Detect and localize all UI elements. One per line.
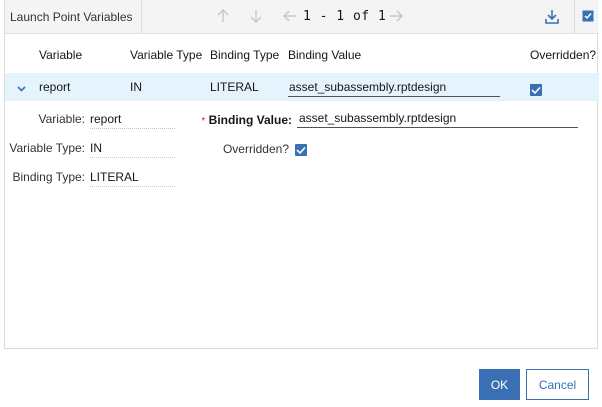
overridden-label: Overridden? (222, 142, 289, 156)
chevron-down-icon[interactable] (17, 81, 26, 95)
column-header-variable[interactable]: Variable (39, 48, 82, 62)
binding-value-label-group: * Binding Value: (200, 113, 292, 127)
column-header-overridden[interactable]: Overridden? (530, 48, 596, 62)
row-variable-type: IN (130, 80, 142, 94)
arrow-left-icon[interactable] (282, 8, 298, 24)
arrow-up-icon[interactable] (215, 8, 231, 24)
row-overridden-checkbox[interactable] (530, 84, 542, 96)
binding-type-label: Binding Type: (12, 170, 86, 184)
column-header-binding-value[interactable]: Binding Value (288, 48, 361, 62)
cancel-button[interactable]: Cancel (526, 369, 589, 400)
toolbar-divider-right (574, 0, 575, 34)
arrow-down-icon[interactable] (248, 8, 264, 24)
pager-text: 1 - 1 of 1 (303, 9, 387, 24)
binding-value-label: Binding Value: (208, 113, 292, 127)
ok-button[interactable]: OK (479, 369, 520, 400)
launch-point-variables-panel: Launch Point Variables 1 - 1 of 1 Variab… (4, 0, 599, 349)
table-title: Launch Point Variables (10, 10, 133, 24)
select-rows-icon[interactable] (580, 8, 596, 24)
variable-type-label: Variable Type: (9, 141, 85, 155)
table-toolbar: Launch Point Variables 1 - 1 of 1 (5, 0, 599, 34)
checkmark-icon (531, 86, 541, 94)
binding-value-input[interactable]: asset_subassembly.rptdesign (297, 111, 578, 128)
toolbar-divider (141, 0, 142, 34)
column-header-binding-type[interactable]: Binding Type (210, 48, 279, 62)
row-binding-value-input[interactable]: asset_subassembly.rptdesign (288, 79, 500, 97)
column-header-variable-type[interactable]: Variable Type (130, 48, 202, 62)
variable-label: Variable: (38, 112, 85, 126)
table-row[interactable]: report IN LITERAL asset_subassembly.rptd… (5, 73, 599, 101)
row-variable: report (39, 80, 71, 94)
overridden-checkbox[interactable] (295, 144, 307, 156)
checkmark-icon (296, 146, 306, 154)
variable-value: report (90, 112, 175, 129)
download-icon[interactable] (544, 8, 560, 24)
binding-type-value: LITERAL (90, 170, 175, 187)
variable-type-value: IN (90, 141, 175, 158)
required-marker: * (201, 116, 206, 127)
arrow-right-icon[interactable] (388, 8, 404, 24)
row-binding-type: LITERAL (210, 80, 259, 94)
